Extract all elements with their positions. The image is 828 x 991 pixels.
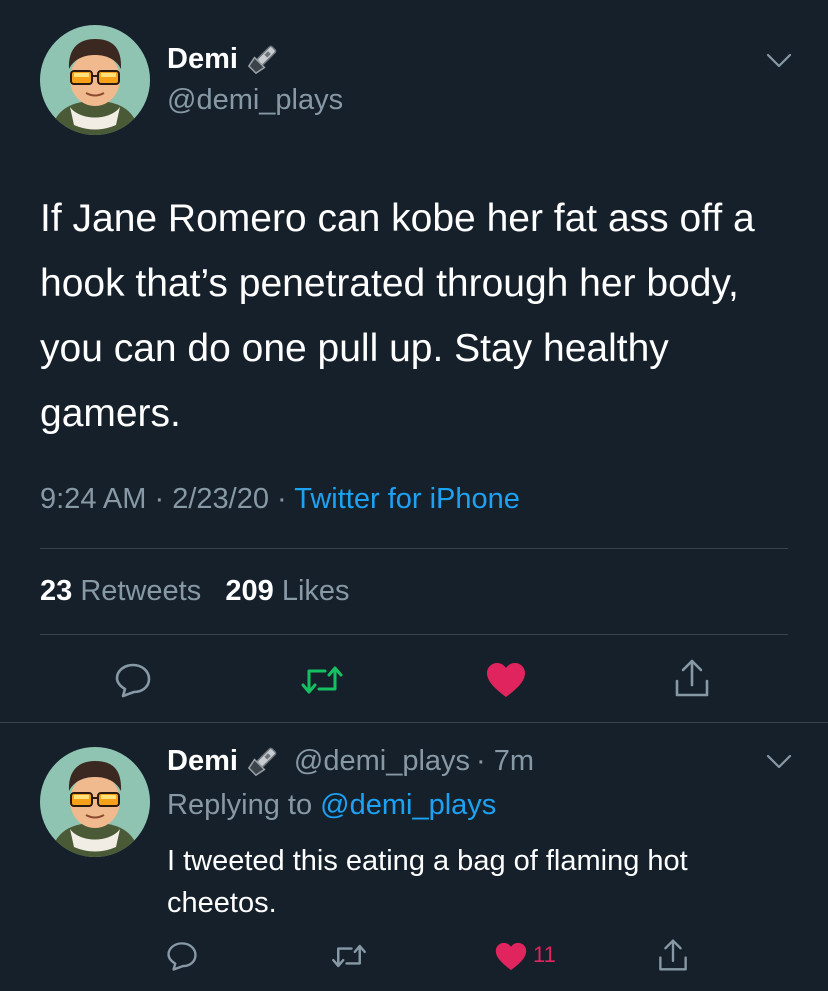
divider	[0, 722, 828, 723]
tweet-source-link[interactable]: Twitter for iPhone	[294, 483, 520, 515]
share-icon	[675, 659, 709, 697]
reply-header: Demi @demi_plays · 7m	[167, 744, 534, 778]
retweet-icon	[332, 944, 366, 968]
likes-stat[interactable]: 209 Likes	[225, 575, 349, 607]
reply-button[interactable]	[113, 660, 153, 700]
tweet-stats: 23 Retweets 209 Likes	[40, 575, 350, 608]
retweets-label: Retweets	[80, 575, 202, 607]
reply-author-handle[interactable]: @demi_plays	[294, 745, 470, 778]
reply-text: I tweeted this eating a bag of flaming h…	[167, 845, 688, 919]
reply-like-button[interactable]	[494, 940, 528, 972]
meta-separator: ·	[277, 483, 287, 515]
tweet-detail-page: Demi @demi_plays If Jane Romero can kobe…	[0, 0, 828, 991]
tweet-time: 9:24 AM	[40, 483, 147, 515]
tweet-meta: 9:24 AM · 2/23/20 · Twitter for iPhone	[40, 483, 520, 516]
likes-label: Likes	[281, 575, 350, 607]
heart-icon	[495, 942, 527, 970]
reply-like-count: 11	[533, 942, 556, 967]
author-name-row[interactable]: Demi	[167, 42, 280, 76]
replying-to-line: Replying to @demi_plays	[167, 789, 496, 822]
flashlight-icon	[247, 45, 277, 75]
reply-author-avatar[interactable]	[40, 747, 150, 857]
reply-share-button[interactable]	[656, 936, 690, 974]
divider	[40, 548, 788, 549]
author-avatar[interactable]	[40, 25, 150, 135]
author-name[interactable]: Demi	[167, 43, 238, 76]
flashlight-icon	[247, 747, 277, 777]
reply-author-name[interactable]: Demi	[167, 745, 238, 778]
heart-icon	[487, 663, 525, 697]
chevron-down-icon[interactable]	[766, 53, 792, 69]
divider	[40, 634, 788, 635]
author-handle[interactable]: @demi_plays	[167, 84, 343, 117]
share-icon	[659, 939, 687, 971]
retweet-button[interactable]	[299, 660, 345, 700]
replying-prefix: Replying to	[167, 789, 313, 821]
reply-reply-button[interactable]	[165, 938, 199, 974]
avatar-illustration	[40, 25, 150, 135]
reply-icon	[167, 942, 197, 971]
retweets-stat[interactable]: 23 Retweets	[40, 575, 201, 607]
retweets-count: 23	[40, 575, 73, 607]
chevron-down-icon[interactable]	[766, 754, 792, 770]
reply-icon	[115, 663, 151, 698]
like-button[interactable]	[486, 660, 526, 700]
tweet-text: If Jane Romero can kobe her fat ass off …	[40, 197, 755, 435]
share-button[interactable]	[672, 656, 712, 700]
avatar-illustration	[40, 747, 150, 857]
reply-age: · 7m	[476, 744, 535, 777]
meta-separator: ·	[154, 483, 165, 515]
replying-to-handle[interactable]: @demi_plays	[320, 789, 496, 821]
reply-retweet-button[interactable]	[329, 938, 369, 974]
tweet-date: 2/23/20	[172, 483, 269, 515]
retweet-icon	[301, 666, 343, 694]
likes-count: 209	[225, 575, 274, 607]
